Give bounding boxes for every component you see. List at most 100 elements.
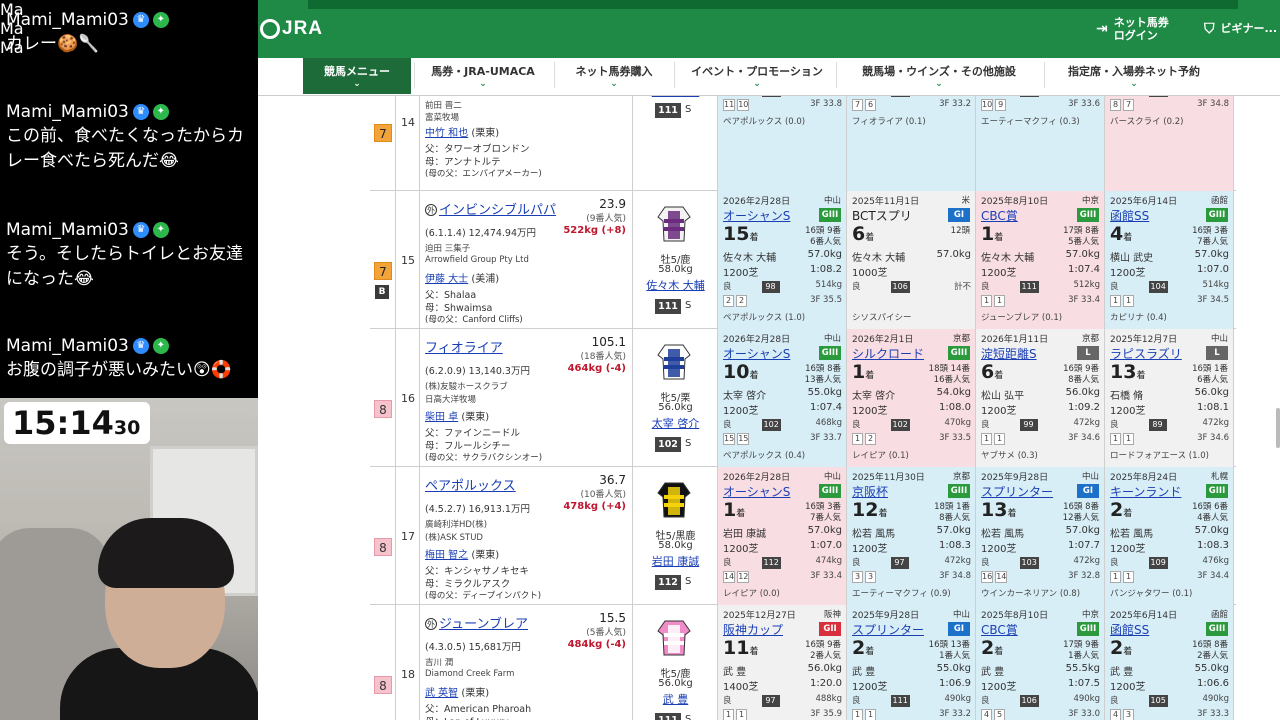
past-race-name-link[interactable]: オーシャンS: [723, 345, 790, 362]
past-race-cell[interactable]: 2026年1月11日 京都 淀短距離S L 6着 16頭 9番 8番人気 松山 弘平 56.0k…: [976, 329, 1105, 467]
past-dist-line: 1200芝 1:06.6: [1110, 678, 1229, 693]
past-race-cell[interactable]: 丸山 元気56.0kg1200芝1:08.3良106502kg873F 34.8…: [1105, 96, 1234, 191]
past-race-cell[interactable]: 2026年2月1日 京都 シルクロード GIII 1着 18頭 14番 16番人気 太宰 啓介…: [847, 329, 976, 467]
past-race-name-link[interactable]: 阪神カップ: [723, 621, 783, 638]
past-race-cell[interactable]: 2025年11月30日 京都 京阪杯 GIII 12着 18頭 1番 8番人気 松若 風馬 57…: [847, 467, 976, 605]
jra-logo[interactable]: JRA: [260, 18, 323, 40]
past-race-date: 2026年2月28日: [723, 473, 791, 483]
field-count: 16頭 8番: [805, 364, 841, 374]
track-condition: 良: [723, 420, 732, 430]
jockey-link[interactable]: 武 豊: [633, 691, 718, 707]
damsire: (母の父：Canford Cliffs): [425, 315, 523, 325]
jockey-link[interactable]: 丸山 元気: [633, 96, 718, 99]
finish-place: 13着: [1110, 361, 1145, 383]
chat-text: カレー🍪🥄: [6, 34, 100, 54]
past-winner: バースクライ (0.2): [1110, 117, 1184, 127]
nav-item-5[interactable]: 指定席・入場券ネット予約 ⌄: [1048, 58, 1220, 94]
horse-name-link[interactable]: 外インビンシブルパパ: [425, 199, 556, 218]
field-info: 16頭 8番 12番人気: [1063, 502, 1099, 524]
past-race-venue: 京都: [952, 334, 970, 344]
speed-score: 104: [1148, 281, 1168, 293]
past-race-cell[interactable]: 2025年12月7日 中山 ラピスラズリ L 13着 16頭 1番 6番人気 石橋 脩 56.0…: [1105, 329, 1234, 467]
grade-badge: GIII: [819, 346, 841, 360]
trainer-link[interactable]: 中竹 和也: [425, 128, 468, 139]
past-race-name-link[interactable]: 京阪杯: [852, 483, 888, 500]
trainer-link[interactable]: 伊藤 大士: [425, 274, 468, 285]
trainer-info: 武 英智 (栗東): [425, 684, 489, 699]
past-race-name-link[interactable]: オーシャンS: [723, 483, 790, 500]
field-count: 16頭 9番: [805, 226, 841, 236]
jockey-link[interactable]: 太宰 啓介: [633, 415, 718, 431]
past-race-cell[interactable]: 2025年8月10日 中京 CBC賞 GIII 1着 17頭 8番 5番人気 佐々木 大輔 57…: [976, 191, 1105, 329]
nav-item-0[interactable]: 競馬メニュー ⌄: [303, 58, 411, 94]
nav-item-4[interactable]: 競馬場・ウインズ・その他施設 ⌄: [840, 58, 1038, 94]
trainer-link[interactable]: 柴田 卓: [425, 412, 458, 423]
past-race-cell[interactable]: 2026年2月28日 中山 オーシャンS GIII 10着 16頭 8番 13番人気 太宰 啓…: [718, 329, 847, 467]
past-race-venue: 中山: [1081, 472, 1099, 482]
past-race-name-link[interactable]: キーンランド: [1110, 483, 1181, 500]
past-race-name-link[interactable]: シルクロード: [852, 345, 924, 362]
nav-item-1[interactable]: 馬券・JRA-UMACA ⌄: [418, 58, 548, 94]
waku-cell: 8: [370, 329, 396, 467]
track-condition: 良: [852, 558, 861, 568]
nav-label: 競馬メニュー: [324, 65, 390, 78]
corner-position: 1: [736, 709, 747, 720]
horse-name-link[interactable]: ペアポルックス: [425, 475, 516, 494]
past-race-cell[interactable]: 2025年6月14日 函館 函館SS GIII 2着 16頭 8番 2番人気武 豊 55.0k…: [1105, 605, 1234, 720]
past-race-cell[interactable]: 戸崎 圭太57.0kg1200芝1:07.0良111510kg11103F 33…: [718, 96, 847, 191]
trainer-link[interactable]: 梅田 智之: [425, 550, 468, 561]
place-number: 2: [852, 637, 866, 659]
nav-item-3[interactable]: イベント・プロモーション ⌄: [678, 58, 836, 94]
waku-cell: 7: [370, 96, 396, 191]
trainer-region: (栗東): [458, 412, 490, 423]
corner-position: 1: [981, 295, 992, 307]
past-race-cell[interactable]: 佐々木 大輔57.0kg1200芝1:08.1良106516kg763F 33.…: [847, 96, 976, 191]
past-race-cell[interactable]: 2025年8月10日 中京 CBC賞 GIII 2着 17頭 9番 1番人気武 豊 55.5k…: [976, 605, 1105, 720]
horse-name-link[interactable]: フィオライア: [425, 337, 503, 356]
waku-number: 8: [374, 400, 392, 418]
beginner-link[interactable]: ⛉ ビギナー...: [1204, 22, 1277, 36]
past-race-cell[interactable]: 2025年11月1日 米 BCTスプリ GI 6着 12頭 佐々木 大輔 57.0kg 1000…: [847, 191, 976, 329]
past-race-date: 2026年2月28日: [723, 197, 791, 207]
past-race-name-link[interactable]: CBC賞: [981, 621, 1018, 638]
jockey-link[interactable]: 岩田 康誠: [633, 553, 718, 569]
last-3f: 3F 33.7: [810, 433, 842, 443]
breeder: Arrowfield Group Pty Ltd: [425, 255, 529, 265]
nav-item-2[interactable]: ネット馬券購入 ⌄: [558, 58, 670, 94]
past-pos-line: 1 1 3F 35.9: [723, 709, 842, 720]
last-3f: 3F 35.5: [810, 295, 842, 305]
past-pos-line: 3 3 3F 34.8: [852, 571, 971, 583]
past-race-name-link[interactable]: CBC賞: [981, 207, 1018, 224]
past-race-name-link[interactable]: オーシャンS: [723, 207, 790, 224]
past-bodyweight: 490kg: [944, 694, 971, 704]
past-race-cell[interactable]: 鮫島 克駿56.0kg1200芝1:07.7良106506kg1093F 33.…: [976, 96, 1105, 191]
past-race-cell[interactable]: 2025年6月14日 函館 函館SS GIII 4着 16頭 3番 7番人気 横山 武史 57.…: [1105, 191, 1234, 329]
past-race-name-link[interactable]: スプリンター: [852, 621, 924, 638]
past-race-name-link[interactable]: BCTスプリ: [852, 207, 912, 224]
past-race-name-link[interactable]: スプリンター: [981, 483, 1053, 500]
scrollbar[interactable]: [1276, 408, 1280, 448]
past-winner: カピリナ (0.4): [1110, 313, 1167, 323]
past-race-date: 2025年9月28日: [852, 611, 920, 621]
username-text: Mami_Mami03: [6, 336, 129, 356]
past-race-name-link[interactable]: ラピスラズリ: [1110, 345, 1182, 362]
past-race-cell[interactable]: 2025年12月27日 阪神 阪神カップ GII 11着 16頭 9番 2番人気武 豊 56.…: [718, 605, 847, 720]
past-race-name-link[interactable]: 函館SS: [1110, 621, 1149, 638]
past-race-name-link[interactable]: 淀短距離S: [981, 345, 1037, 362]
horse-name-link[interactable]: 外ジューンブレア: [425, 613, 528, 632]
past-race-cell[interactable]: 2025年9月28日 中山 スプリンター GI 2着 16頭 13番 1番人気武 豊 55.0…: [847, 605, 976, 720]
popularity: (10番人気): [580, 490, 626, 500]
past-race-cell[interactable]: 2026年2月28日 中山 オーシャンS GIII 15着 16頭 9番 6番人気 佐々木 大…: [718, 191, 847, 329]
past-race-name-link[interactable]: 函館SS: [1110, 207, 1149, 224]
past-race-cell[interactable]: 2025年9月28日 中山 スプリンター GI 13着 16頭 8番 12番人気 松若 風馬 5…: [976, 467, 1105, 605]
past-cond-line: 良 102 468kg: [723, 418, 842, 431]
past-race-cell[interactable]: 2026年2月28日 中山 オーシャンS GIII 1着 16頭 3番 7番人気 岩田 康誠 5…: [718, 467, 847, 605]
field-pop: 8番人気: [939, 513, 970, 523]
trainer-link[interactable]: 武 英智: [425, 688, 458, 699]
past-jockey-line: 武 豊 56.0kg: [723, 663, 842, 678]
net-baken-login-link[interactable]: ⇥ ネット馬券 ログイン: [1096, 16, 1169, 42]
past-race-venue: 中山: [952, 610, 970, 620]
jockey-link[interactable]: 佐々木 大輔: [633, 277, 718, 293]
grade-badge: GIII: [948, 346, 970, 360]
past-race-cell[interactable]: 2025年8月24日 札幌 キーンランド GIII 2着 16頭 6番 4番人気 松若 風馬 5…: [1105, 467, 1234, 605]
